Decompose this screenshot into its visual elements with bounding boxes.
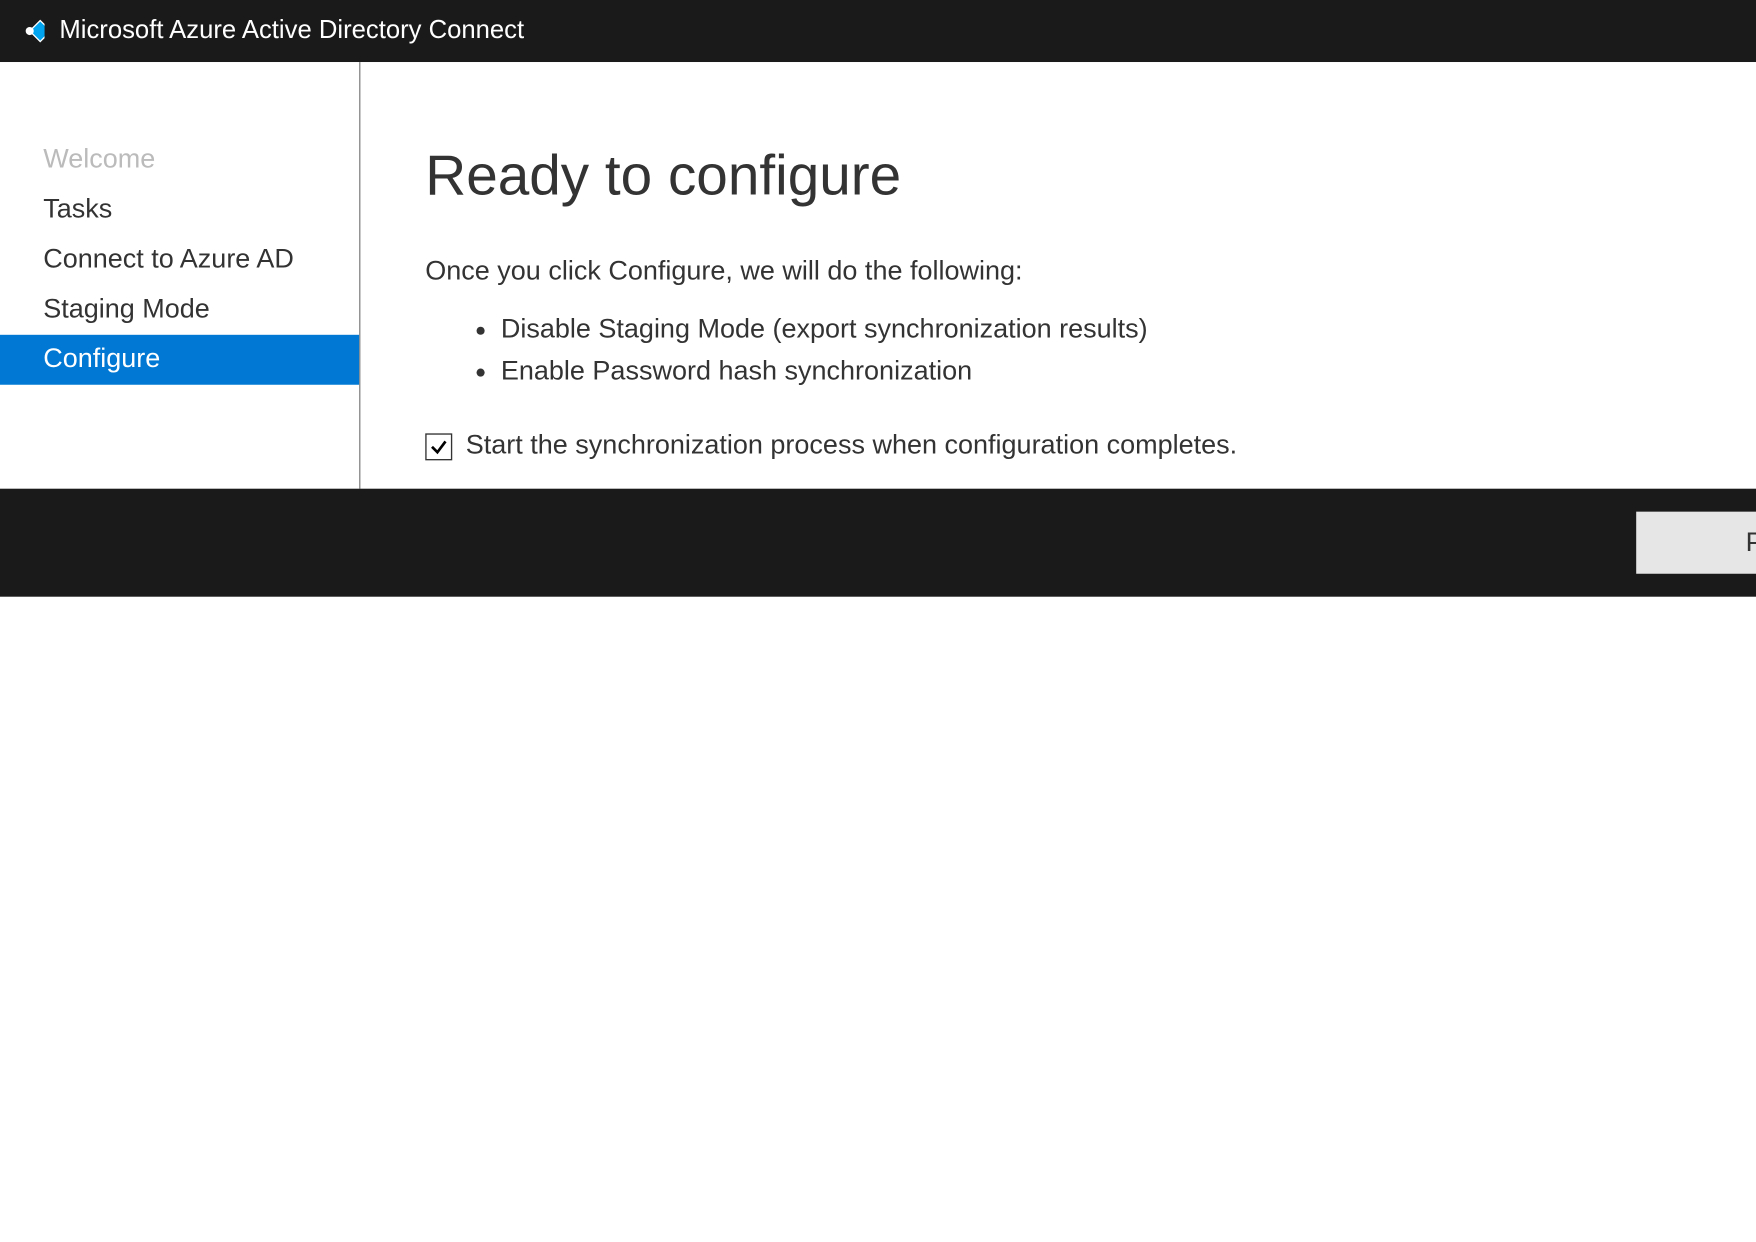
intro-text: Once you click Configure, we will do the… xyxy=(425,257,1756,288)
sidebar-item-configure[interactable]: Configure xyxy=(0,335,359,385)
footer: Previous Configure xyxy=(0,489,1756,597)
window-title: Microsoft Azure Active Directory Connect xyxy=(59,16,1756,46)
content-area: Welcome Tasks Connect to Azure AD Stagin… xyxy=(0,62,1756,489)
checkbox-icon xyxy=(425,433,452,460)
titlebar: Microsoft Azure Active Directory Connect xyxy=(0,0,1756,62)
previous-button[interactable]: Previous xyxy=(1636,512,1756,574)
sidebar-item-connect-azure-ad[interactable]: Connect to Azure AD xyxy=(0,235,359,285)
app-window: Microsoft Azure Active Directory Connect… xyxy=(0,0,1756,597)
sidebar: Welcome Tasks Connect to Azure AD Stagin… xyxy=(0,62,360,489)
action-list: Disable Staging Mode (export synchroniza… xyxy=(425,309,1756,393)
start-sync-checkbox-row[interactable]: Start the synchronization process when c… xyxy=(425,431,1756,462)
sidebar-item-welcome[interactable]: Welcome xyxy=(0,135,359,185)
main-panel: Ready to configure Once you click Config… xyxy=(360,62,1756,489)
page-title: Ready to configure xyxy=(425,143,1756,208)
checkbox-label: Start the synchronization process when c… xyxy=(466,431,1237,462)
sidebar-item-tasks[interactable]: Tasks xyxy=(0,185,359,235)
app-icon xyxy=(14,15,46,47)
action-item: Enable Password hash synchronization xyxy=(501,351,1756,393)
action-item: Disable Staging Mode (export synchroniza… xyxy=(501,309,1756,351)
sidebar-item-staging-mode[interactable]: Staging Mode xyxy=(0,285,359,335)
